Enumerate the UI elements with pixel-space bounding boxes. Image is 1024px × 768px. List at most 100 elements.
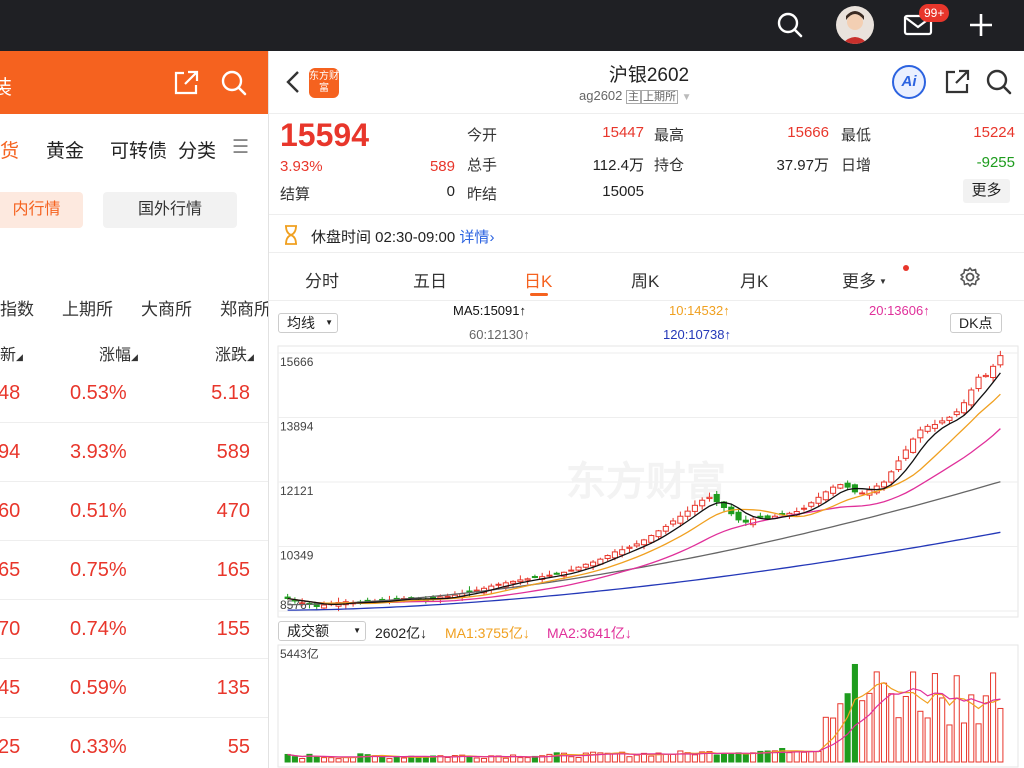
settings-icon[interactable] bbox=[959, 266, 981, 293]
details-link[interactable]: 详情 bbox=[459, 229, 489, 246]
row-change-pct: 0.33% bbox=[70, 736, 127, 758]
volume-bar bbox=[691, 754, 698, 763]
row-price: 60 bbox=[0, 500, 21, 522]
tab-more[interactable]: 更多 bbox=[842, 267, 876, 292]
tab-monthly-k[interactable]: 月K bbox=[740, 267, 768, 292]
list-item[interactable]: 25 0.33% 55 bbox=[0, 718, 268, 768]
candle-body bbox=[640, 539, 648, 546]
back-icon[interactable] bbox=[285, 69, 301, 100]
new-dot bbox=[903, 265, 909, 271]
ma60-legend: 60:12130↑ bbox=[469, 327, 530, 342]
volume-bar bbox=[880, 682, 888, 763]
candlestick-chart[interactable]: 156661389412121103498576东方财富 bbox=[276, 345, 1024, 619]
list-item[interactable]: 48 0.53% 5.18 bbox=[0, 364, 268, 423]
tab-futures[interactable]: 货 bbox=[0, 136, 19, 163]
candle-body bbox=[735, 511, 742, 521]
exchange-dce[interactable]: 大商所 bbox=[141, 295, 192, 320]
volume-bar bbox=[939, 697, 946, 763]
candle-body bbox=[713, 493, 720, 503]
contract-subtitle[interactable]: ag2602 主上期所 ▼ bbox=[579, 88, 692, 104]
column-change[interactable]: 涨跌◢ bbox=[215, 341, 254, 365]
column-latest[interactable]: 新◢ bbox=[0, 341, 23, 365]
exchange-index[interactable]: 指数 bbox=[0, 295, 34, 320]
list-item[interactable]: 45 0.59% 135 bbox=[0, 659, 268, 718]
list-item[interactable]: 65 0.75% 165 bbox=[0, 541, 268, 600]
dk-point-dropdown[interactable]: DK点 bbox=[950, 313, 1002, 333]
menu-icon[interactable]: ☰ bbox=[232, 136, 249, 159]
domestic-market-pill[interactable]: 内行情 bbox=[0, 192, 83, 228]
search-icon[interactable] bbox=[985, 68, 1013, 101]
avatar[interactable] bbox=[836, 6, 874, 44]
settle-label: 结算 bbox=[280, 186, 311, 203]
dk-point-label: DK点 bbox=[959, 315, 993, 331]
last-price: 15594 bbox=[280, 117, 369, 153]
column-change-pct[interactable]: 涨幅◢ bbox=[99, 341, 138, 365]
volume-bar bbox=[626, 756, 633, 763]
search-icon[interactable] bbox=[773, 8, 807, 42]
share-icon[interactable] bbox=[943, 68, 971, 101]
foreign-market-pill[interactable]: 国外行情 bbox=[103, 192, 237, 228]
add-icon[interactable] bbox=[964, 8, 998, 42]
tab-intraday[interactable]: 分时 bbox=[305, 267, 339, 292]
volume-bar bbox=[786, 752, 793, 763]
volume-bar bbox=[422, 756, 429, 763]
y-tick-label: 15666 bbox=[280, 355, 314, 369]
row-price: 65 bbox=[0, 559, 21, 581]
row-change: 589 bbox=[216, 441, 250, 463]
row-change-pct: 0.59% bbox=[70, 677, 127, 699]
indicator-dropdown[interactable]: 均线 ▼ bbox=[278, 313, 338, 333]
exchange-shfe[interactable]: 上期所 bbox=[62, 295, 113, 320]
break-time-text: 休盘时间 02:30-09:00 bbox=[311, 229, 456, 246]
candle-body bbox=[655, 530, 662, 538]
volume-bar bbox=[902, 695, 909, 763]
contract-detail-panel: 东方财富 沪银2602 ag2602 主上期所 ▼ Ai 15594 3.93%… bbox=[268, 51, 1024, 768]
tab-category[interactable]: 分类 bbox=[178, 136, 217, 163]
candle-body bbox=[590, 561, 597, 567]
app-topbar: 99+ bbox=[0, 0, 1024, 51]
candle-body bbox=[320, 604, 328, 609]
list-item[interactable]: 70 0.74% 155 bbox=[0, 600, 268, 659]
tab-convertible[interactable]: 可转债 bbox=[110, 136, 167, 163]
volume-bar bbox=[859, 700, 866, 763]
prev-settle-label: 昨结 bbox=[467, 186, 498, 203]
tab-daily-k[interactable]: 日K bbox=[524, 267, 552, 292]
tab-gold[interactable]: 黄金 bbox=[46, 136, 84, 163]
list-item[interactable]: 94 3.93% 589 bbox=[0, 423, 268, 482]
candle-body bbox=[902, 449, 909, 459]
exchange-czce[interactable]: 郑商所 bbox=[220, 295, 268, 320]
candle-body bbox=[859, 492, 866, 495]
volume-label: 总手 bbox=[467, 157, 498, 174]
candle-body bbox=[510, 580, 517, 584]
row-change-pct: 3.93% bbox=[70, 441, 127, 463]
row-price: 48 bbox=[0, 382, 21, 404]
contract-code: ag2602 bbox=[579, 88, 623, 103]
search-icon[interactable] bbox=[220, 69, 248, 102]
tab-weekly-k[interactable]: 周K bbox=[631, 267, 659, 292]
notification-badge: 99+ bbox=[919, 4, 950, 22]
volume-chart[interactable]: 5443亿 bbox=[276, 644, 1024, 768]
volume-value: 112.4万 bbox=[592, 157, 644, 174]
ai-button[interactable]: Ai bbox=[892, 65, 926, 99]
volume-indicator-dropdown[interactable]: 成交额 ▼ bbox=[278, 621, 366, 641]
candle-body bbox=[524, 578, 531, 581]
candle-body bbox=[808, 502, 815, 507]
volume-bar bbox=[946, 724, 953, 763]
volume-bar bbox=[590, 751, 597, 763]
category-tabs: 货 黄金 可转债 分类 ☰ bbox=[0, 114, 268, 180]
more-button[interactable]: 更多 bbox=[963, 179, 1010, 203]
volume-bar bbox=[335, 758, 342, 763]
share-icon[interactable] bbox=[172, 69, 200, 102]
candle-body bbox=[575, 566, 582, 571]
candle-body bbox=[924, 425, 931, 432]
candle-body bbox=[531, 576, 538, 579]
volume-bar bbox=[808, 751, 815, 763]
list-item[interactable]: 60 0.51% 470 bbox=[0, 482, 268, 541]
candle-body bbox=[997, 355, 1004, 366]
volume-bar bbox=[990, 672, 997, 763]
volume-bar bbox=[888, 693, 895, 763]
low-value: 15224 bbox=[973, 124, 1015, 141]
divider bbox=[269, 252, 1024, 253]
candle-body bbox=[946, 416, 953, 421]
candle-body bbox=[619, 549, 626, 556]
tab-five-day[interactable]: 五日 bbox=[413, 267, 447, 292]
